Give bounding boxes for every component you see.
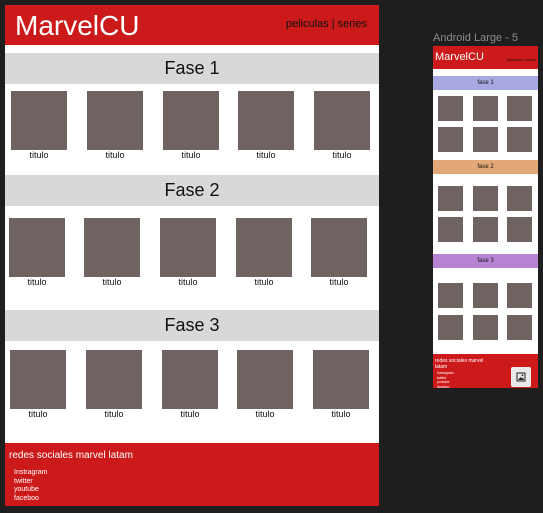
mobile-movie-poster[interactable] — [473, 315, 498, 340]
section-band-fase-2: Fase 2 — [5, 175, 379, 206]
movie-title: titulo — [102, 277, 122, 287]
mobile-movie-poster[interactable] — [507, 217, 532, 242]
site-footer: redes sociales marvel latam Instragram t… — [5, 443, 379, 506]
mobile-movie-poster[interactable] — [507, 96, 532, 121]
movie-title: titulo — [331, 409, 351, 419]
social-link-twitter[interactable]: twitter — [14, 478, 47, 487]
movie-poster[interactable] — [9, 218, 65, 277]
mobile-social-link-instagram[interactable]: Instragram — [437, 371, 454, 376]
movie-poster[interactable] — [86, 350, 142, 409]
mobile-movie-poster[interactable] — [438, 186, 463, 211]
movie-poster[interactable] — [236, 218, 292, 277]
mobile-section-band-fase-1: fase 1 — [433, 76, 538, 90]
mobile-frame-label: Android Large - 5 — [433, 32, 518, 44]
movie-title: titulo — [178, 277, 198, 287]
mobile-footer-title: redes sociales marvel latam — [435, 358, 484, 370]
mobile-movie-poster[interactable] — [507, 283, 532, 308]
mobile-movie-poster[interactable] — [438, 315, 463, 340]
movie-title: titulo — [180, 409, 200, 419]
mobile-movie-poster[interactable] — [507, 186, 532, 211]
movie-poster[interactable] — [87, 91, 143, 150]
mobile-frame: MarvelCU peliculas | series fase 1 fase … — [433, 46, 538, 389]
movie-poster[interactable] — [163, 91, 219, 150]
mobile-section-band-fase-2: fase 2 — [433, 160, 538, 174]
movie-title: titulo — [255, 409, 275, 419]
movie-poster[interactable] — [162, 350, 218, 409]
mobile-movie-poster[interactable] — [507, 127, 532, 152]
movie-title: titulo — [329, 277, 349, 287]
mobile-social-link-facebook[interactable]: faceboo — [437, 385, 454, 390]
mobile-movie-poster[interactable] — [438, 217, 463, 242]
footer-title: redes sociales marvel latam — [9, 450, 133, 461]
movie-title: titulo — [28, 409, 48, 419]
social-links: Instragram twitter youtube faceboo — [14, 469, 47, 503]
social-link-youtube[interactable]: youtube — [14, 486, 47, 495]
mobile-header: MarvelCU peliculas | series — [433, 46, 538, 69]
mobile-movie-poster[interactable] — [438, 96, 463, 121]
mobile-movie-poster[interactable] — [507, 315, 532, 340]
mobile-movie-poster[interactable] — [473, 186, 498, 211]
movie-poster[interactable] — [84, 218, 140, 277]
mobile-brand-title[interactable]: MarvelCU — [435, 51, 484, 63]
movie-poster[interactable] — [313, 350, 369, 409]
section-band-fase-1: Fase 1 — [5, 53, 379, 84]
site-header: MarvelCU peliculas | series — [5, 5, 379, 45]
movie-title: titulo — [332, 150, 352, 160]
movie-poster[interactable] — [10, 350, 66, 409]
movie-title: titulo — [104, 409, 124, 419]
movie-title: titulo — [181, 150, 201, 160]
mobile-section-band-fase-3: fase 3 — [433, 254, 538, 268]
movie-title: titulo — [29, 150, 49, 160]
movie-title: titulo — [254, 277, 274, 287]
movie-poster[interactable] — [160, 218, 216, 277]
mobile-movie-poster[interactable] — [473, 217, 498, 242]
mobile-movie-poster[interactable] — [438, 283, 463, 308]
social-link-instagram[interactable]: Instragram — [14, 469, 47, 478]
movie-title: titulo — [256, 150, 276, 160]
movie-poster[interactable] — [314, 91, 370, 150]
mobile-nav-links[interactable]: peliculas | series — [507, 57, 537, 62]
movie-poster[interactable] — [311, 218, 367, 277]
mobile-social-links: Instragram twitter youtube faceboo — [437, 371, 454, 389]
movie-poster[interactable] — [11, 91, 67, 150]
mobile-movie-poster[interactable] — [473, 127, 498, 152]
mobile-footer: redes sociales marvel latam Instragram t… — [433, 354, 538, 389]
mobile-movie-poster[interactable] — [438, 127, 463, 152]
mobile-movie-poster[interactable] — [473, 96, 498, 121]
desktop-frame: MarvelCU peliculas | series Fase 1 titul… — [5, 5, 379, 506]
nav-links[interactable]: peliculas | series — [286, 18, 367, 30]
movie-title: titulo — [27, 277, 47, 287]
movie-title: titulo — [105, 150, 125, 160]
section-band-fase-3: Fase 3 — [5, 310, 379, 341]
brand-title[interactable]: MarvelCU — [15, 10, 139, 42]
mobile-movie-poster[interactable] — [473, 283, 498, 308]
image-icon[interactable] — [511, 367, 531, 387]
movie-poster[interactable] — [237, 350, 293, 409]
social-link-facebook[interactable]: faceboo — [14, 495, 47, 504]
movie-poster[interactable] — [238, 91, 294, 150]
